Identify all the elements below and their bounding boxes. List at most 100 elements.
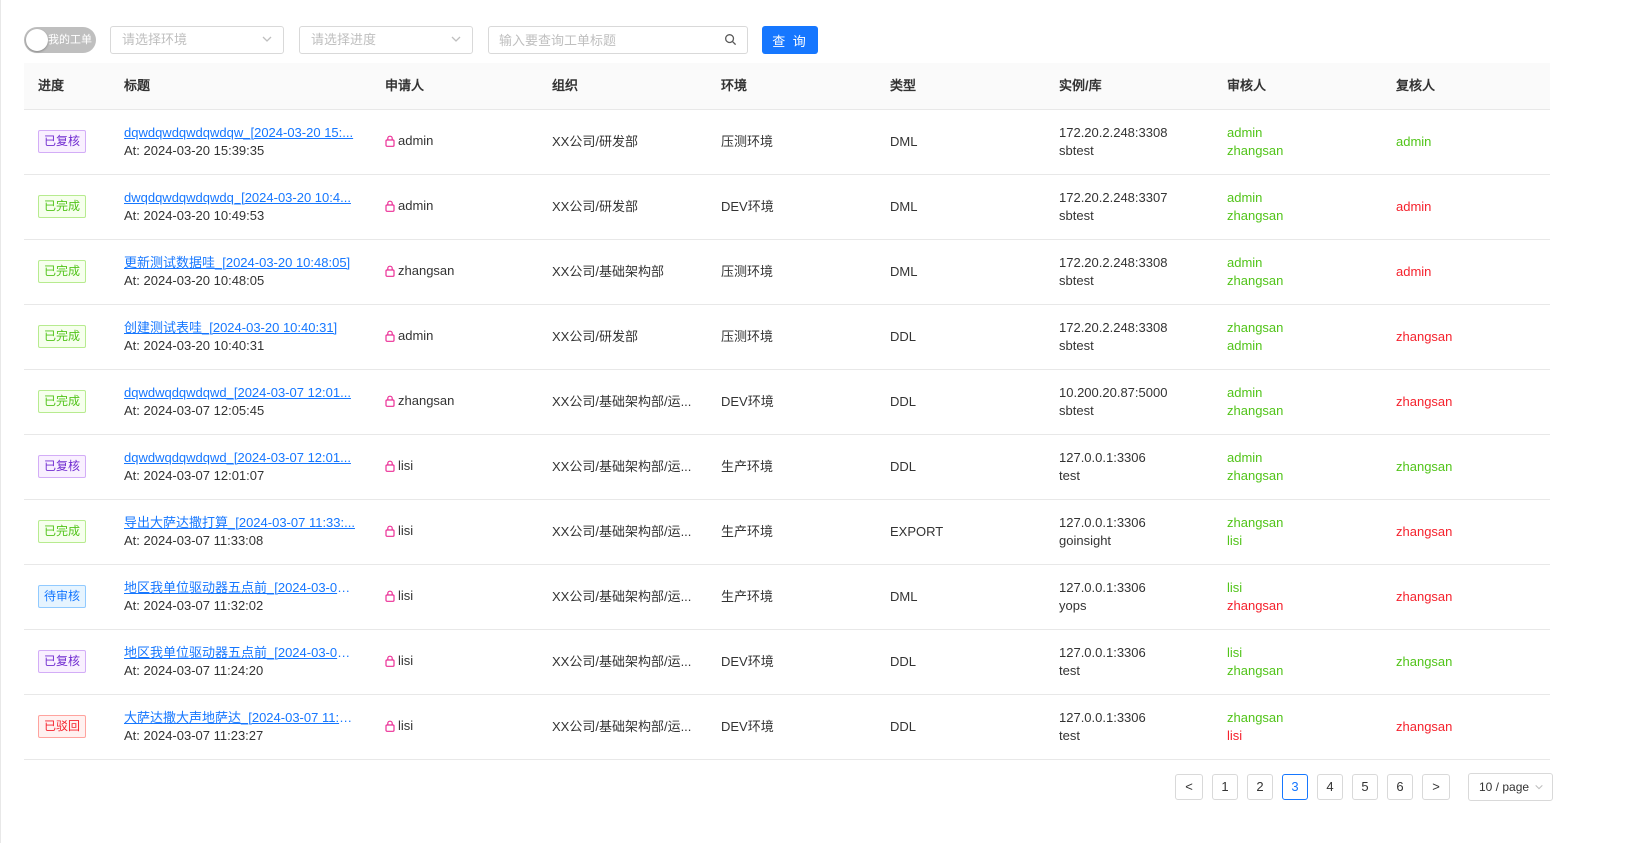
ticket-title-link[interactable]: dqwdwqdqwdqwd_[2024-03-07 12:01... <box>124 384 355 402</box>
reviewer-list: admin zhangsan <box>1227 189 1283 225</box>
instance-address: 10.200.20.87:5000 <box>1059 385 1168 400</box>
reviewer-name: zhangsan <box>1227 320 1284 335</box>
ticket-type: DDL <box>890 394 917 409</box>
ticket-type: DDL <box>890 459 917 474</box>
reviewer-name: zhangsan <box>1227 515 1284 530</box>
ticket-title-link[interactable]: 导出大萨达撒打算_[2024-03-07 11:33:... <box>124 514 355 532</box>
applicant: lisi <box>385 458 413 473</box>
ticket-title-link[interactable]: dwqdqwdqwdqwdq_[2024-03-20 10:4... <box>124 189 355 207</box>
ticket-timestamp: At: 2024-03-20 15:39:35 <box>124 143 265 158</box>
ticket-timestamp: At: 2024-03-20 10:49:53 <box>124 208 265 223</box>
database-name: sbtest <box>1059 338 1094 353</box>
page-button[interactable]: 5 <box>1352 774 1378 800</box>
lock-icon <box>385 590 395 602</box>
table-row: 已驳回 大萨达撒大声地萨达_[2024-03-07 11:2... At: 2024… <box>24 695 1550 760</box>
reviewer-name: admin <box>1227 255 1263 270</box>
database-name: test <box>1059 663 1080 678</box>
page-size-select[interactable]: 10 / page <box>1468 773 1553 801</box>
lock-icon <box>385 655 395 667</box>
page-button[interactable]: 2 <box>1247 774 1273 800</box>
pagination: < 123456 > 10 / page <box>1175 773 1553 801</box>
ticket-title-link[interactable]: dqwdwqdqwdqwd_[2024-03-07 12:01... <box>124 449 355 467</box>
applicant: admin <box>385 133 433 148</box>
table-body: 已复核 dqwdqwdqwdqwdqw_[2024-03-20 15:... At:… <box>24 110 1550 760</box>
ticket-type: EXPORT <box>890 524 944 539</box>
title-search-input[interactable] <box>499 27 719 53</box>
instance-address: 172.20.2.248:3307 <box>1059 190 1168 205</box>
instance-address: 172.20.2.248:3308 <box>1059 125 1168 140</box>
reviewer-list: admin zhangsan <box>1227 254 1283 290</box>
table-row: 已复核 dqwdqwdqwdqwdqw_[2024-03-20 15:... At:… <box>24 110 1550 175</box>
organization: XX公司/研发部 <box>552 199 638 214</box>
ticket-timestamp: At: 2024-03-20 10:48:05 <box>124 273 265 288</box>
status-badge: 已完成 <box>38 195 87 218</box>
database-name: goinsight <box>1059 533 1112 548</box>
reviewer-name: zhangsan <box>1227 143 1284 158</box>
ticket-timestamp: At: 2024-03-07 11:33:08 <box>124 533 264 548</box>
table-row: 已完成 dqwdwqdqwdqwd_[2024-03-07 12:01... At:… <box>24 370 1550 435</box>
ticket-timestamp: At: 2024-03-07 12:05:45 <box>124 403 265 418</box>
reviewer-name: zhangsan <box>1227 468 1284 483</box>
my-tickets-label: 我的工单 <box>48 34 92 46</box>
next-page-button[interactable]: > <box>1422 774 1450 800</box>
applicant: zhangsan <box>385 263 454 278</box>
environment-select[interactable]: 请选择环境 <box>110 26 284 54</box>
environment: 压测环境 <box>721 329 774 344</box>
applicant-name: lisi <box>398 523 414 538</box>
reviewer-list: zhangsan lisi <box>1227 709 1283 745</box>
header-type: 类型 <box>890 78 917 93</box>
my-tickets-toggle[interactable]: 我的工单 <box>24 27 96 53</box>
lock-icon <box>385 395 395 407</box>
header-applicant: 申请人 <box>385 78 425 93</box>
header-rechecker: 复核人 <box>1396 78 1436 93</box>
applicant: lisi <box>385 588 413 603</box>
lock-icon <box>385 265 395 277</box>
reviewer-list: lisi zhangsan <box>1227 644 1283 680</box>
reviewer-name: admin <box>1227 125 1263 140</box>
reviewer-list: admin zhangsan <box>1227 384 1283 420</box>
database-name: sbtest <box>1059 208 1094 223</box>
ticket-type: DML <box>890 264 918 279</box>
reviewer-name: zhangsan <box>1227 208 1284 223</box>
applicant: admin <box>385 198 433 213</box>
page-button[interactable]: 6 <box>1387 774 1413 800</box>
page-button[interactable]: 3 <box>1282 774 1308 800</box>
table-header: 进度 标题 申请人 组织 环境 类型 实例/库 审核人 复核人 <box>24 63 1550 110</box>
progress-select[interactable]: 请选择进度 <box>299 26 473 54</box>
applicant: zhangsan <box>385 393 454 408</box>
reviewer-name: zhangsan <box>1227 403 1284 418</box>
reviewer-name: admin <box>1227 385 1263 400</box>
page-button[interactable]: 4 <box>1317 774 1343 800</box>
applicant-name: lisi <box>398 718 414 733</box>
environment: DEV环境 <box>721 394 774 409</box>
ticket-title-link[interactable]: 大萨达撒大声地萨达_[2024-03-07 11:2... <box>124 709 355 727</box>
ticket-title-link[interactable]: 创建测试表哇_[2024-03-20 10:40:31] <box>124 319 355 337</box>
rechecker-name: admin <box>1396 134 1432 149</box>
environment: DEV环境 <box>721 199 774 214</box>
header-instance: 实例/库 <box>1059 78 1102 93</box>
reviewer-name: lisi <box>1227 645 1243 660</box>
organization: XX公司/基础架构部/运... <box>552 394 692 409</box>
search-icon[interactable] <box>724 33 737 46</box>
query-button[interactable]: 查 询 <box>762 26 818 54</box>
rechecker-name: zhangsan <box>1396 329 1453 344</box>
ticket-title-link[interactable]: 地区我单位驱动器五点前_[2024-03-07 ... <box>124 644 355 662</box>
prev-page-button[interactable]: < <box>1175 774 1203 800</box>
lock-icon <box>385 200 395 212</box>
ticket-title-link[interactable]: 更新测试数据哇_[2024-03-20 10:48:05] <box>124 254 355 272</box>
page-size-value: 10 / page <box>1479 780 1530 794</box>
applicant: lisi <box>385 653 413 668</box>
header-reviewer: 审核人 <box>1227 78 1267 93</box>
status-badge: 已复核 <box>38 650 87 673</box>
database-name: test <box>1059 728 1080 743</box>
ticket-title-link[interactable]: dqwdqwdqwdqwdqw_[2024-03-20 15:... <box>124 124 355 142</box>
environment-placeholder: 请选择环境 <box>122 32 188 47</box>
rechecker-name: zhangsan <box>1396 524 1453 539</box>
table-row: 已完成 dwqdqwdqwdqwdq_[2024-03-20 10:4... At:… <box>24 175 1550 240</box>
page-list: 123456 <box>1212 774 1422 800</box>
page-button[interactable]: 1 <box>1212 774 1238 800</box>
table-row: 已复核 dqwdwqdqwdqwd_[2024-03-07 12:01... At:… <box>24 435 1550 500</box>
applicant-name: zhangsan <box>398 393 455 408</box>
ticket-title-link[interactable]: 地区我单位驱动器五点前_[2024-03-07 ... <box>124 579 355 597</box>
header-organization: 组织 <box>552 78 579 93</box>
